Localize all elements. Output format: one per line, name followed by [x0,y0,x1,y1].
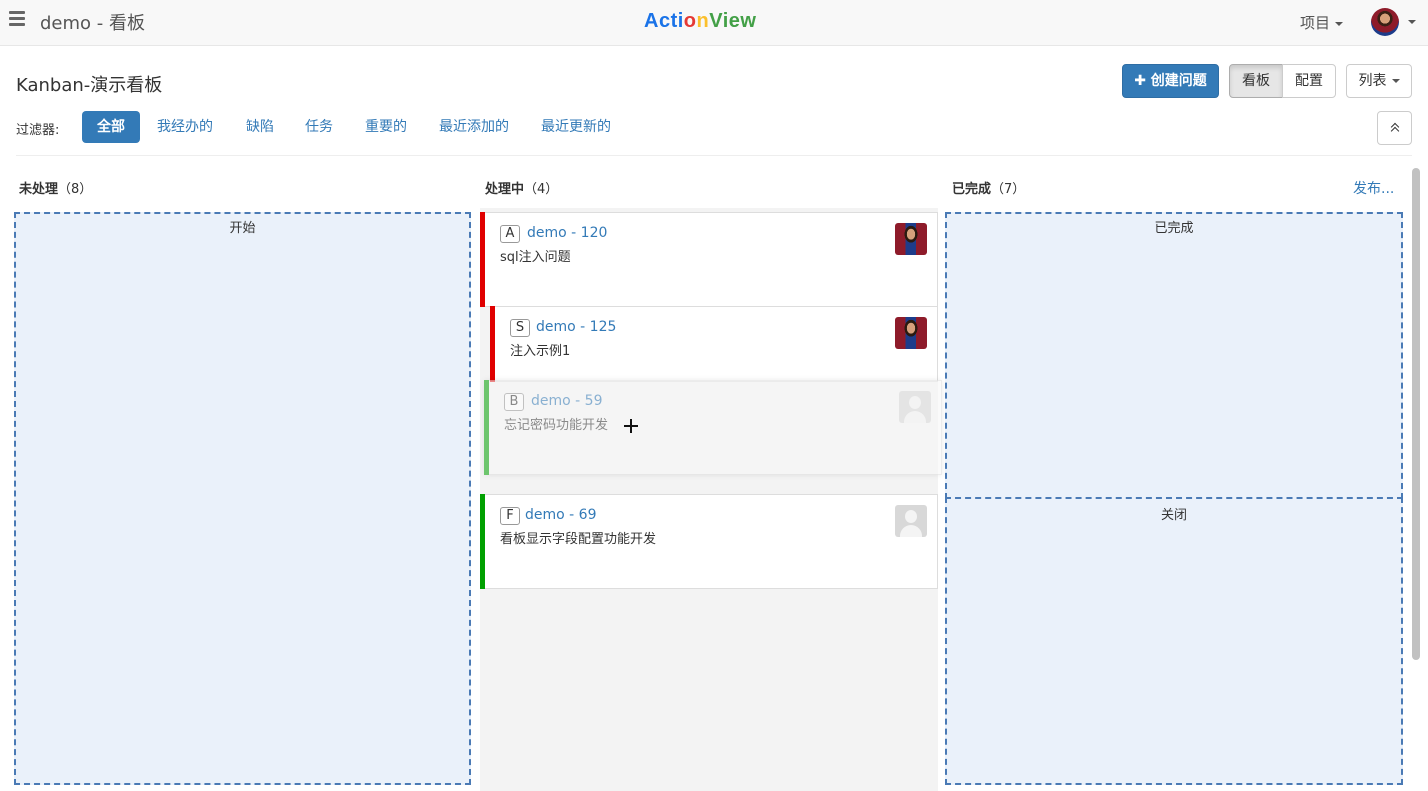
view-config-button[interactable]: 配置 [1282,64,1336,98]
issue-card[interactable]: F demo - 69 看板显示字段配置功能开发 [480,494,938,589]
projects-menu[interactable]: 项目 [1300,12,1344,33]
release-link[interactable]: 发布... [1353,178,1394,198]
priority-stripe [484,380,489,475]
create-issue-button[interactable]: ✚ 创建问题 [1122,64,1219,98]
column-header-todo: 未处理（8） [19,182,93,197]
issue-summary: sql注入问题 [500,250,571,265]
issue-type-badge: S [510,319,530,337]
assignee-avatar [895,317,927,349]
issue-key-link[interactable]: demo - 59 [531,393,602,409]
issue-summary: 看板显示字段配置功能开发 [500,532,657,547]
issue-card[interactable]: S demo - 125 注入示例1 [490,306,938,382]
priority-stripe [480,212,485,307]
list-menu-button[interactable]: 列表 [1346,64,1412,98]
menu-icon[interactable] [9,11,25,27]
project-title[interactable]: demo - 看板 [40,9,145,35]
assignee-avatar [895,505,927,537]
collapse-button[interactable] [1377,111,1412,145]
scrollbar[interactable] [1412,168,1420,660]
issue-summary: 注入示例1 [510,344,571,359]
issue-key-link[interactable]: demo - 69 [525,507,596,523]
issue-key-link[interactable]: demo - 120 [527,225,607,241]
move-cursor-icon [624,419,638,433]
user-avatar[interactable] [1371,8,1399,36]
caret-down-icon [1335,21,1344,26]
filter-task[interactable]: 任务 [290,111,348,143]
assignee-avatar [899,391,931,423]
view-kanban-button[interactable]: 看板 [1229,64,1283,98]
drop-zone-label: 开始 [229,221,256,236]
filter-label: 过滤器: [16,123,60,138]
priority-stripe [480,494,485,589]
filter-recent-updated[interactable]: 最近更新的 [526,111,626,143]
column-header-in-progress: 处理中（4） [485,182,559,197]
issue-summary: 忘记密码功能开发 [504,418,609,433]
priority-stripe [490,306,495,382]
issue-card-dragging[interactable]: B demo - 59 忘记密码功能开发 [484,380,942,475]
issue-type-badge: A [500,225,520,243]
drop-zone-label: 已完成 [1154,221,1194,236]
board-title: Kanban-演示看板 [16,75,163,96]
top-navbar: demo - 看板 ActionView 项目 [0,0,1428,46]
drop-zone-start[interactable]: 开始 [14,212,471,785]
divider [16,155,1412,156]
issue-type-badge: B [504,393,524,411]
caret-down-icon[interactable] [1408,20,1416,24]
issue-key-link[interactable]: demo - 125 [536,319,616,335]
caret-down-icon [1391,79,1400,83]
filter-all[interactable]: 全部 [82,111,140,143]
drop-zone-closed[interactable]: 关闭 [945,497,1403,785]
filter-important[interactable]: 重要的 [350,111,422,143]
drop-zone-label: 关闭 [1160,508,1187,523]
assignee-avatar [895,223,927,255]
filter-mine[interactable]: 我经办的 [142,111,228,143]
drop-zone-done[interactable]: 已完成 [945,212,1403,499]
filter-bug[interactable]: 缺陷 [231,111,289,143]
plus-icon: ✚ [1134,73,1146,89]
app-logo[interactable]: ActionView [644,10,756,33]
issue-type-badge: F [500,507,520,525]
column-header-done: 已完成（7） [952,182,1026,197]
issue-card[interactable]: A demo - 120 sql注入问题 [480,212,938,307]
filter-recent-added[interactable]: 最近添加的 [424,111,524,143]
